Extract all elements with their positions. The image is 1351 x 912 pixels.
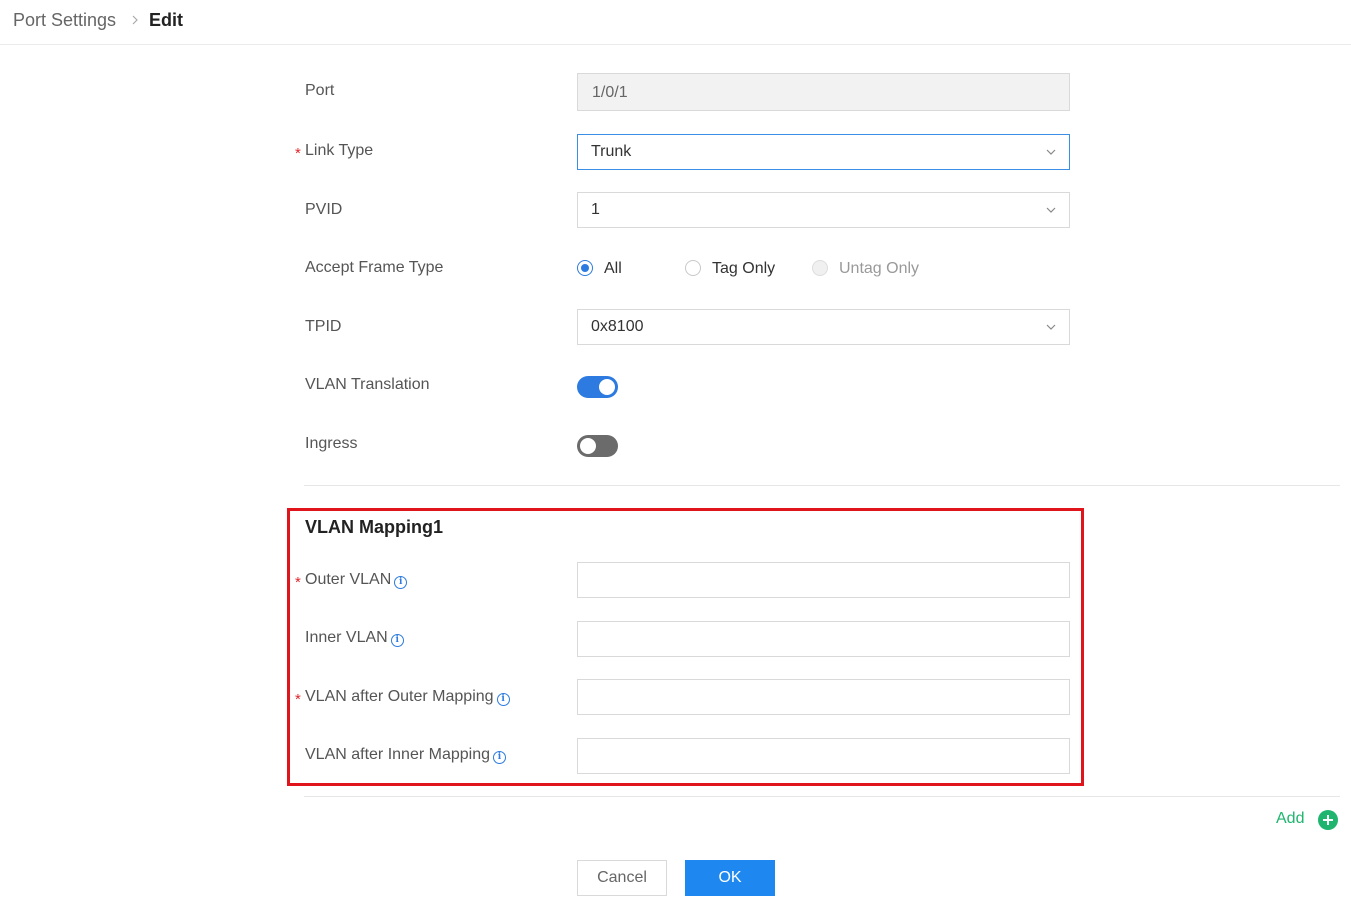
info-icon[interactable]: i xyxy=(493,751,506,764)
info-icon[interactable]: i xyxy=(394,576,408,589)
radio-all[interactable]: All xyxy=(577,259,637,279)
ingress-toggle[interactable] xyxy=(577,435,618,457)
chevron-down-icon xyxy=(1046,324,1056,330)
chevron-down-icon xyxy=(1046,207,1056,213)
pvid-select[interactable]: 1 xyxy=(577,192,1070,228)
vlan-translation-label: VLAN Translation xyxy=(305,376,430,393)
ingress-label: Ingress xyxy=(305,435,358,452)
link-type-label: Link Type xyxy=(305,142,374,159)
required-mark: * xyxy=(295,691,301,708)
vlan-after-inner-label-text: VLAN after Inner Mapping xyxy=(305,746,490,763)
inner-vlan-label: Inner VLAN i xyxy=(305,628,404,648)
required-mark: * xyxy=(295,574,301,591)
required-mark: * xyxy=(295,145,301,162)
link-type-value: Trunk xyxy=(591,143,632,160)
chevron-down-icon xyxy=(1046,149,1056,155)
vlan-after-outer-input[interactable] xyxy=(577,679,1070,715)
port-field: 1/0/1 xyxy=(577,73,1070,111)
divider xyxy=(304,796,1340,797)
radio-tag-only-label: Tag Only xyxy=(712,260,776,277)
radio-tag-only[interactable]: Tag Only xyxy=(685,259,785,279)
accept-frame-type-label: Accept Frame Type xyxy=(305,259,444,276)
inner-vlan-input[interactable] xyxy=(577,621,1070,657)
chevron-right-icon xyxy=(132,15,138,25)
port-value: 1/0/1 xyxy=(592,84,628,101)
port-label: Port xyxy=(305,82,335,99)
radio-all-label: All xyxy=(604,260,622,277)
tpid-label: TPID xyxy=(305,318,342,335)
pvid-label: PVID xyxy=(305,201,343,218)
info-icon[interactable]: i xyxy=(390,634,404,647)
breadcrumb-port-settings[interactable]: Port Settings xyxy=(13,9,116,31)
vlan-after-outer-label-text: VLAN after Outer Mapping xyxy=(305,688,494,705)
outer-vlan-label: Outer VLAN i xyxy=(305,570,408,590)
vlan-translation-toggle[interactable] xyxy=(577,376,618,398)
info-icon[interactable]: i xyxy=(496,693,510,706)
radio-circle xyxy=(812,260,828,276)
radio-untag-only-label: Untag Only xyxy=(839,260,920,277)
add-link[interactable]: Add xyxy=(1276,809,1304,829)
pvid-value: 1 xyxy=(591,201,600,218)
ok-button[interactable]: OK xyxy=(685,860,775,896)
plus-circle-icon[interactable] xyxy=(1318,810,1338,830)
radio-circle xyxy=(685,260,701,276)
outer-vlan-input[interactable] xyxy=(577,562,1070,598)
vlan-after-inner-input[interactable] xyxy=(577,738,1070,774)
vlan-after-outer-label: VLAN after Outer Mapping i xyxy=(305,687,510,707)
toggle-knob xyxy=(599,379,615,395)
cancel-button[interactable]: Cancel xyxy=(577,860,667,896)
page-header xyxy=(0,0,1351,45)
tpid-value: 0x8100 xyxy=(591,318,644,335)
inner-vlan-label-text: Inner VLAN xyxy=(305,629,388,646)
vlan-after-inner-label: VLAN after Inner Mapping i xyxy=(305,745,506,765)
section-title: VLAN Mapping1 xyxy=(305,517,443,537)
toggle-knob xyxy=(580,438,596,454)
breadcrumb-current: Edit xyxy=(149,10,183,30)
radio-untag-only: Untag Only xyxy=(812,259,932,279)
tpid-select[interactable]: 0x8100 xyxy=(577,309,1070,345)
divider xyxy=(304,485,1340,486)
link-type-select[interactable]: Trunk xyxy=(577,134,1070,170)
outer-vlan-label-text: Outer VLAN xyxy=(305,571,392,588)
radio-circle xyxy=(577,260,593,276)
